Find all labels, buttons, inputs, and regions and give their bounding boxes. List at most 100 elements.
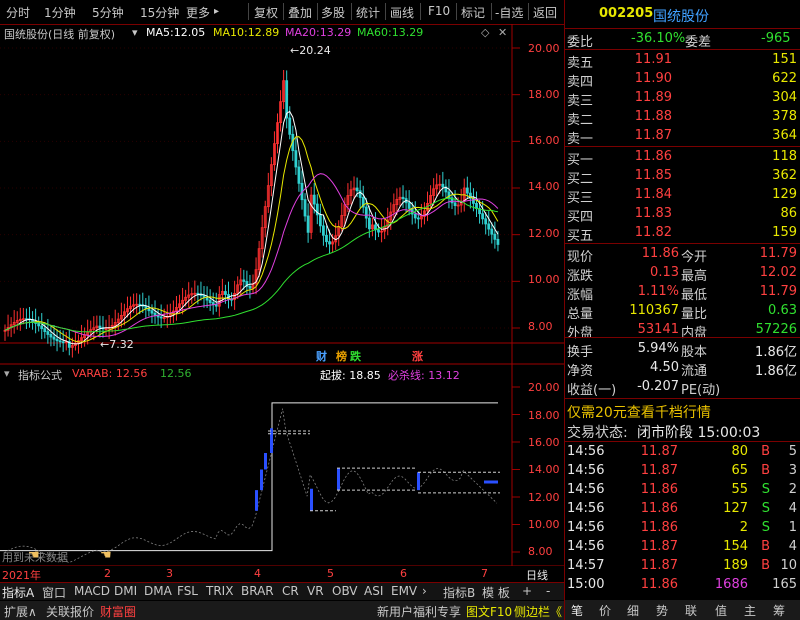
tag-board[interactable]: 榜 [336, 348, 347, 364]
indicator-tab-brar[interactable]: BRAR [241, 584, 274, 598]
tick-price: 11.87 [640, 539, 678, 554]
stat-value: -0.207 [637, 379, 679, 394]
tag-finance[interactable]: 财 [316, 348, 327, 364]
tick-time: 14:56 [567, 444, 605, 459]
overlay-button[interactable]: 叠加 [288, 4, 312, 21]
stat-value: 12.02 [759, 265, 797, 280]
indicator-tab-vr[interactable]: VR [307, 584, 324, 598]
tick-time: 14:56 [567, 482, 605, 497]
tick-count: 10 [780, 558, 797, 573]
back-button[interactable]: 返回 [533, 4, 557, 21]
indicator-tab-dma[interactable]: DMA [144, 584, 172, 598]
tick-row: 14:56 11.86 55 S 2 [565, 480, 800, 500]
fuquan-button[interactable]: 复权 [254, 4, 278, 21]
tag-fall[interactable]: 跌 [350, 348, 361, 364]
indicator-tab-asi[interactable]: ASI [364, 584, 383, 598]
multi-stock-button[interactable]: 多股 [321, 4, 345, 21]
period-tab-fenshi[interactable]: 分时 [6, 4, 30, 21]
draw-line-button[interactable]: 画线 [390, 4, 414, 21]
add-indicator-button[interactable]: + [522, 584, 532, 598]
f10-button[interactable]: F10 [428, 4, 450, 18]
expand-button[interactable]: 扩展∧ [4, 603, 37, 620]
hand-cursor-icon: ☚ [28, 548, 40, 563]
ma-toggle-icon[interactable]: ▾ [132, 26, 138, 39]
chart-title: 国统股份(日线 前复权) [4, 28, 116, 41]
indicator-tab-macd[interactable]: MACD [74, 584, 110, 598]
chevron-right-icon[interactable]: › [422, 584, 427, 598]
tick-count: 1 [788, 520, 797, 535]
tab-main[interactable]: 主 [744, 602, 756, 619]
promo-link[interactable]: 新用户福利专享 [377, 603, 461, 620]
statistics-button[interactable]: 统计 [356, 4, 380, 21]
template-button[interactable]: 模 板 [482, 584, 510, 601]
tab-detail[interactable]: 细 [627, 602, 639, 619]
indicator-toggle-icon[interactable]: ▾ [4, 367, 10, 380]
ind-y-tick: 20.00 [528, 381, 560, 394]
indicator-tab-trix[interactable]: TRIX [206, 584, 233, 598]
indicator-tab-dmi[interactable]: DMI [114, 584, 137, 598]
indicator-tab-obv[interactable]: OBV [332, 584, 358, 598]
period-label[interactable]: 日线 [526, 567, 548, 583]
wealth-circle-button[interactable]: 财富圈 [100, 603, 136, 620]
ind-y-tick: 12.00 [528, 491, 560, 504]
stat2-row: 换手 5.94% 股本 1.86亿 [565, 339, 800, 360]
kline-chart[interactable] [0, 24, 564, 566]
candle-body [496, 238, 500, 245]
tick-volume: 55 [731, 482, 748, 497]
bid-volume: 86 [780, 206, 797, 221]
tab-trades[interactable]: 笔 [571, 602, 583, 619]
remove-indicator-button[interactable]: - [546, 584, 550, 598]
bid-price: 11.82 [634, 225, 672, 240]
indicator-tab-fsl[interactable]: FSL [177, 584, 198, 598]
bid-price: 11.83 [634, 206, 672, 221]
indicator-tab-a[interactable]: 指标A [2, 584, 34, 601]
signal-bar [337, 468, 340, 491]
indicator-tab-cr[interactable]: CR [282, 584, 299, 598]
candle-body [46, 331, 50, 335]
tab-value[interactable]: 值 [715, 602, 727, 619]
ask-row: 卖二 11.88 378 [565, 107, 800, 128]
ma10-line [4, 136, 499, 343]
candle-body [358, 190, 362, 198]
stat-label: PE(动) [681, 383, 721, 398]
ask-row: 卖四 11.90 622 [565, 69, 800, 90]
indicator-tab-b[interactable]: 指标B [443, 584, 475, 601]
f10-link[interactable]: 图文F10 [466, 603, 512, 620]
candle-body [416, 217, 420, 220]
period-tab-5min[interactable]: 5分钟 [92, 4, 124, 21]
candle-body [58, 340, 62, 343]
stat-value: 11.79 [759, 246, 797, 261]
settings-diamond-icon[interactable]: ◇ [481, 26, 489, 39]
tab-trend[interactable]: 势 [656, 602, 668, 619]
indicator-tab-emv[interactable]: EMV [391, 584, 417, 598]
related-quote-button[interactable]: 关联报价 [46, 603, 94, 620]
tab-chips[interactable]: 筹 [773, 602, 785, 619]
period-more-button[interactable]: 更多 [186, 4, 210, 21]
indicator-tabs: 指标A 窗口 MACD DMI DMA FSL TRIX BRAR CR VR … [0, 583, 564, 600]
tab-related[interactable]: 联 [685, 602, 697, 619]
candle-body [318, 214, 322, 227]
signal-bar [417, 472, 420, 491]
mark-button[interactable]: 标记 [461, 4, 485, 21]
stat-value: 0.63 [768, 303, 797, 318]
candle-body [153, 312, 157, 316]
close-icon[interactable]: ✕ [498, 26, 507, 39]
level2-promo[interactable]: 仅需20元查看千档行情 [565, 400, 800, 421]
sidebar-toggle[interactable]: 侧边栏《 [514, 603, 562, 620]
tab-price[interactable]: 价 [599, 602, 611, 619]
watchlist-button[interactable]: -自选 [495, 4, 523, 21]
tick-volume: 154 [723, 539, 748, 554]
period-tab-1min[interactable]: 1分钟 [44, 4, 76, 21]
bid-price: 11.84 [634, 187, 672, 202]
ind-y-tick: 16.00 [528, 436, 560, 449]
ask-volume: 151 [772, 52, 797, 67]
tick-row: 14:56 11.86 2 S 1 [565, 518, 800, 538]
period-tab-15min[interactable]: 15分钟 [140, 4, 179, 21]
candle-body [487, 223, 491, 230]
indicator-tab-window[interactable]: 窗口 [42, 584, 66, 601]
bid-volume: 118 [772, 149, 797, 164]
stock-name: 国统股份 [653, 9, 709, 25]
stock-header: 002205 国统股份 [565, 4, 800, 26]
tag-rise[interactable]: 涨 [412, 348, 423, 364]
candle-body [493, 233, 497, 240]
